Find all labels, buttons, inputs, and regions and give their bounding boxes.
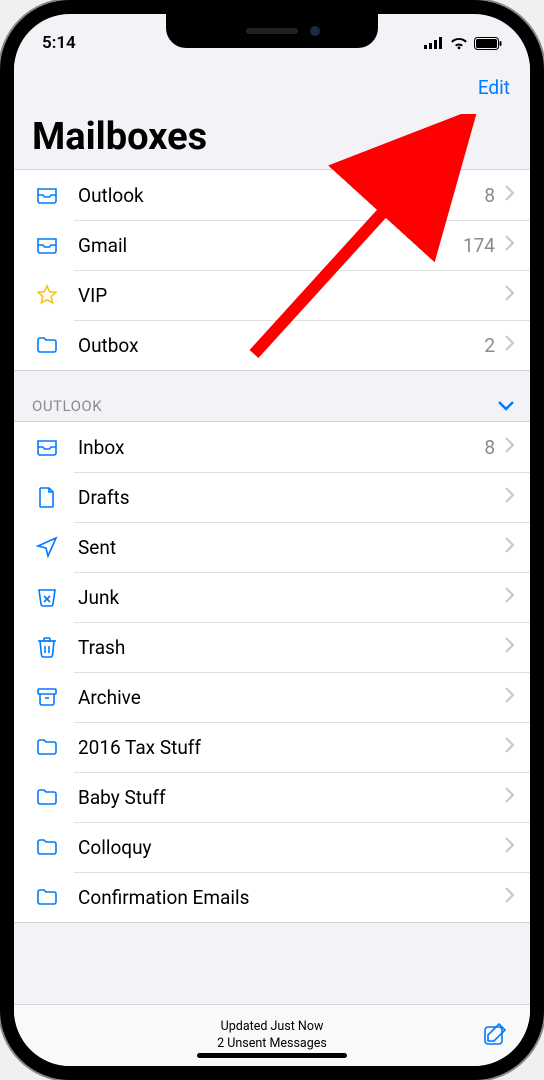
trash-icon [32, 635, 62, 659]
mailbox-count: 2 [484, 334, 495, 357]
section-header-label: OUTLOOK [32, 397, 102, 415]
junk-icon [32, 585, 62, 609]
mailbox-row-outlook[interactable]: Outlook 8 [14, 170, 530, 220]
folder-row-baby[interactable]: Baby Stuff [14, 772, 530, 822]
folder-icon [32, 785, 62, 809]
top-mailboxes-group: Outlook 8 Gmail 174 VIP Out [14, 169, 530, 371]
inbox-icon [32, 233, 62, 257]
mailbox-row-gmail[interactable]: Gmail 174 [14, 220, 530, 270]
status-line1: Updated Just Now [217, 1019, 327, 1035]
chevron-right-icon [505, 437, 514, 457]
status-time: 5:14 [42, 33, 76, 53]
inbox-icon [32, 435, 62, 459]
chevron-right-icon [505, 235, 514, 255]
mailbox-row-vip[interactable]: VIP [14, 270, 530, 320]
chevron-right-icon [505, 537, 514, 557]
mailbox-label: Outlook [78, 184, 484, 207]
folder-label: 2016 Tax Stuff [78, 736, 505, 759]
folder-label: Baby Stuff [78, 786, 505, 809]
chevron-right-icon [505, 185, 514, 205]
chevron-right-icon [505, 487, 514, 507]
folder-label: Archive [78, 686, 505, 709]
status-right [424, 37, 502, 50]
chevron-right-icon [505, 637, 514, 657]
chevron-right-icon [505, 837, 514, 857]
page-title: Mailboxes [32, 107, 512, 169]
mailbox-label: VIP [78, 284, 505, 307]
folder-label: Junk [78, 586, 505, 609]
chevron-right-icon [505, 887, 514, 907]
folder-label: Drafts [78, 486, 505, 509]
compose-button[interactable] [482, 1021, 508, 1051]
folder-row-sent[interactable]: Sent [14, 522, 530, 572]
outlook-folders-group: Inbox 8 Drafts Sent Junk [14, 421, 530, 923]
folder-label: Colloquy [78, 836, 505, 859]
chevron-down-icon [498, 397, 514, 415]
folder-icon [32, 735, 62, 759]
folder-label: Confirmation Emails [78, 886, 505, 909]
folder-row-junk[interactable]: Junk [14, 572, 530, 622]
mailbox-count: 174 [463, 234, 495, 257]
compose-icon [482, 1021, 508, 1047]
folder-icon [32, 885, 62, 909]
folder-row-colloquy[interactable]: Colloquy [14, 822, 530, 872]
folder-count: 8 [484, 436, 495, 459]
mailbox-label: Outbox [78, 334, 484, 357]
section-header-outlook[interactable]: OUTLOOK [14, 371, 530, 421]
mailbox-count: 8 [484, 184, 495, 207]
folder-label: Trash [78, 636, 505, 659]
folder-row-trash[interactable]: Trash [14, 622, 530, 672]
folder-row-archive[interactable]: Archive [14, 672, 530, 722]
toolbar-status: Updated Just Now 2 Unsent Messages [217, 1019, 327, 1052]
home-indicator[interactable] [197, 1053, 347, 1058]
mailbox-label: Gmail [78, 234, 463, 257]
chevron-right-icon [505, 335, 514, 355]
edit-button[interactable]: Edit [32, 70, 512, 107]
folder-label: Sent [78, 536, 505, 559]
star-icon [32, 283, 62, 307]
chevron-right-icon [505, 687, 514, 707]
inbox-icon [32, 183, 62, 207]
status-line2: 2 Unsent Messages [217, 1036, 327, 1052]
chevron-right-icon [505, 587, 514, 607]
chevron-right-icon [505, 285, 514, 305]
folder-icon [32, 333, 62, 357]
folder-row-2016-tax[interactable]: 2016 Tax Stuff [14, 722, 530, 772]
doc-icon [32, 485, 62, 509]
folder-label: Inbox [78, 436, 484, 459]
send-icon [32, 535, 62, 559]
folder-row-drafts[interactable]: Drafts [14, 472, 530, 522]
cellular-icon [424, 37, 444, 49]
nav-header: Edit Mailboxes [14, 62, 530, 169]
battery-icon [474, 37, 502, 50]
folder-row-inbox[interactable]: Inbox 8 [14, 422, 530, 472]
folder-row-confirmation[interactable]: Confirmation Emails [14, 872, 530, 922]
chevron-right-icon [505, 737, 514, 757]
archive-icon [32, 685, 62, 709]
wifi-icon [450, 37, 468, 50]
chevron-right-icon [505, 787, 514, 807]
folder-icon [32, 835, 62, 859]
mailbox-row-outbox[interactable]: Outbox 2 [14, 320, 530, 370]
